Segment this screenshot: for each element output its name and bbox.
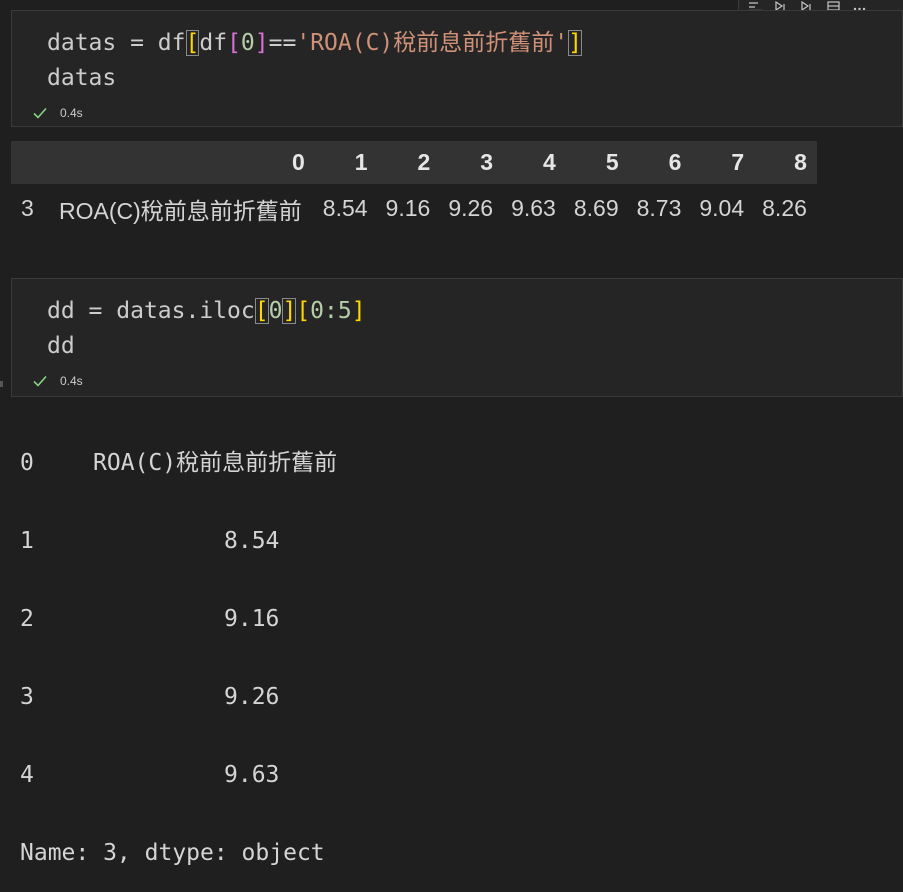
series-index: 4 bbox=[20, 762, 34, 788]
table-row: 3 ROA(C)稅前息前折舊前 8.54 9.16 9.26 9.63 8.69… bbox=[11, 184, 817, 233]
code-token: 'ROA(C)稅前息前折舊前' bbox=[296, 30, 569, 56]
series-index: 2 bbox=[20, 606, 34, 632]
cell-gutter-marker bbox=[0, 381, 3, 387]
column-header: 6 bbox=[627, 141, 691, 184]
code-line[interactable]: datas = df[df[0]=='ROA(C)稅前息前折舊前'] bbox=[47, 28, 582, 58]
table-cell: 8.73 bbox=[636, 195, 682, 221]
code-token: datas bbox=[47, 65, 117, 91]
code-line[interactable]: dd bbox=[47, 331, 75, 361]
code-token: datas bbox=[47, 30, 117, 56]
code-token: df bbox=[199, 30, 228, 56]
code-token: ] bbox=[351, 298, 366, 324]
code-token: 0:5 bbox=[310, 298, 352, 324]
column-header: 1 bbox=[313, 141, 377, 184]
column-header: 3 bbox=[439, 141, 503, 184]
code-token: [ bbox=[185, 30, 200, 56]
table-cell: 9.16 bbox=[385, 195, 431, 221]
column-header: 0 bbox=[59, 141, 314, 184]
table-cell: 9.26 bbox=[448, 195, 494, 221]
execution-time: 0.4s bbox=[60, 374, 83, 388]
code-token: = bbox=[116, 30, 158, 56]
list-item: 1 8.54 bbox=[20, 528, 337, 554]
row-index: 3 bbox=[21, 195, 34, 221]
code-token: == bbox=[268, 30, 297, 56]
code-token: [ bbox=[254, 298, 269, 324]
code-line[interactable]: datas bbox=[47, 63, 116, 93]
series-value: 9.16 bbox=[224, 606, 280, 632]
series-output: 0 ROA(C)稅前息前折舊前 1 8.54 2 9.16 3 9.26 4 9.63 N… bbox=[20, 398, 337, 892]
code-token: = bbox=[74, 298, 117, 324]
code-token: dd bbox=[47, 333, 75, 359]
list-item: 4 9.63 bbox=[20, 762, 337, 788]
code-token: ] bbox=[282, 298, 297, 324]
table-cell: 8.26 bbox=[762, 195, 807, 221]
code-token: df bbox=[157, 30, 186, 56]
series-value: ROA(C)稅前息前折舊前 bbox=[93, 450, 338, 476]
series-value: 9.26 bbox=[224, 684, 280, 710]
code-token: datas.iloc bbox=[116, 298, 255, 324]
code-token: 0 bbox=[240, 30, 255, 56]
column-header: 7 bbox=[690, 141, 754, 184]
column-header: 5 bbox=[564, 141, 628, 184]
code-token: ] bbox=[254, 30, 269, 56]
table-cell: 9.63 bbox=[511, 195, 556, 221]
list-item: 2 9.16 bbox=[20, 606, 337, 632]
column-header: 4 bbox=[502, 141, 565, 184]
index-header bbox=[11, 141, 59, 184]
code-cell-1[interactable]: datas = df[df[0]=='ROA(C)稅前息前折舊前'] datas… bbox=[11, 10, 903, 127]
list-item: 0 ROA(C)稅前息前折舊前 bbox=[20, 450, 337, 476]
table-cell: ROA(C)稅前息前折舊前 bbox=[59, 197, 302, 224]
column-header: 8 bbox=[753, 141, 817, 184]
code-token: [ bbox=[227, 30, 241, 56]
table-cell: 8.69 bbox=[573, 195, 619, 221]
execution-status: 0.4s bbox=[32, 374, 83, 388]
table-cell: 8.54 bbox=[322, 195, 368, 221]
series-index: 1 bbox=[20, 528, 34, 554]
code-line[interactable]: dd = datas.iloc[0][0:5] bbox=[47, 296, 366, 326]
list-item: 3 9.26 bbox=[20, 684, 337, 710]
table-cell: 9.04 bbox=[699, 195, 745, 221]
series-index: 0 bbox=[20, 450, 34, 476]
code-token: dd bbox=[47, 298, 75, 324]
dataframe-output: 0 1 2 3 4 5 6 7 8 3 ROA(C)稅前息前折舊前 8.54 9… bbox=[11, 141, 817, 233]
code-token: [ bbox=[296, 298, 311, 324]
code-token: ] bbox=[568, 30, 582, 56]
series-index: 3 bbox=[20, 684, 34, 710]
check-icon bbox=[33, 107, 47, 119]
code-token: 0 bbox=[268, 298, 283, 324]
series-value: 8.54 bbox=[224, 528, 280, 554]
execution-status: 0.4s bbox=[32, 106, 83, 120]
table-header-row: 0 1 2 3 4 5 6 7 8 bbox=[11, 141, 817, 184]
series-value: 9.63 bbox=[224, 762, 280, 788]
execution-time: 0.4s bbox=[60, 106, 83, 120]
check-icon bbox=[33, 375, 47, 387]
series-footer: Name: 3, dtype: object bbox=[20, 840, 325, 866]
code-cell-2[interactable]: dd = datas.iloc[0][0:5] dd 0.4s bbox=[11, 278, 903, 397]
column-header: 2 bbox=[376, 141, 440, 184]
